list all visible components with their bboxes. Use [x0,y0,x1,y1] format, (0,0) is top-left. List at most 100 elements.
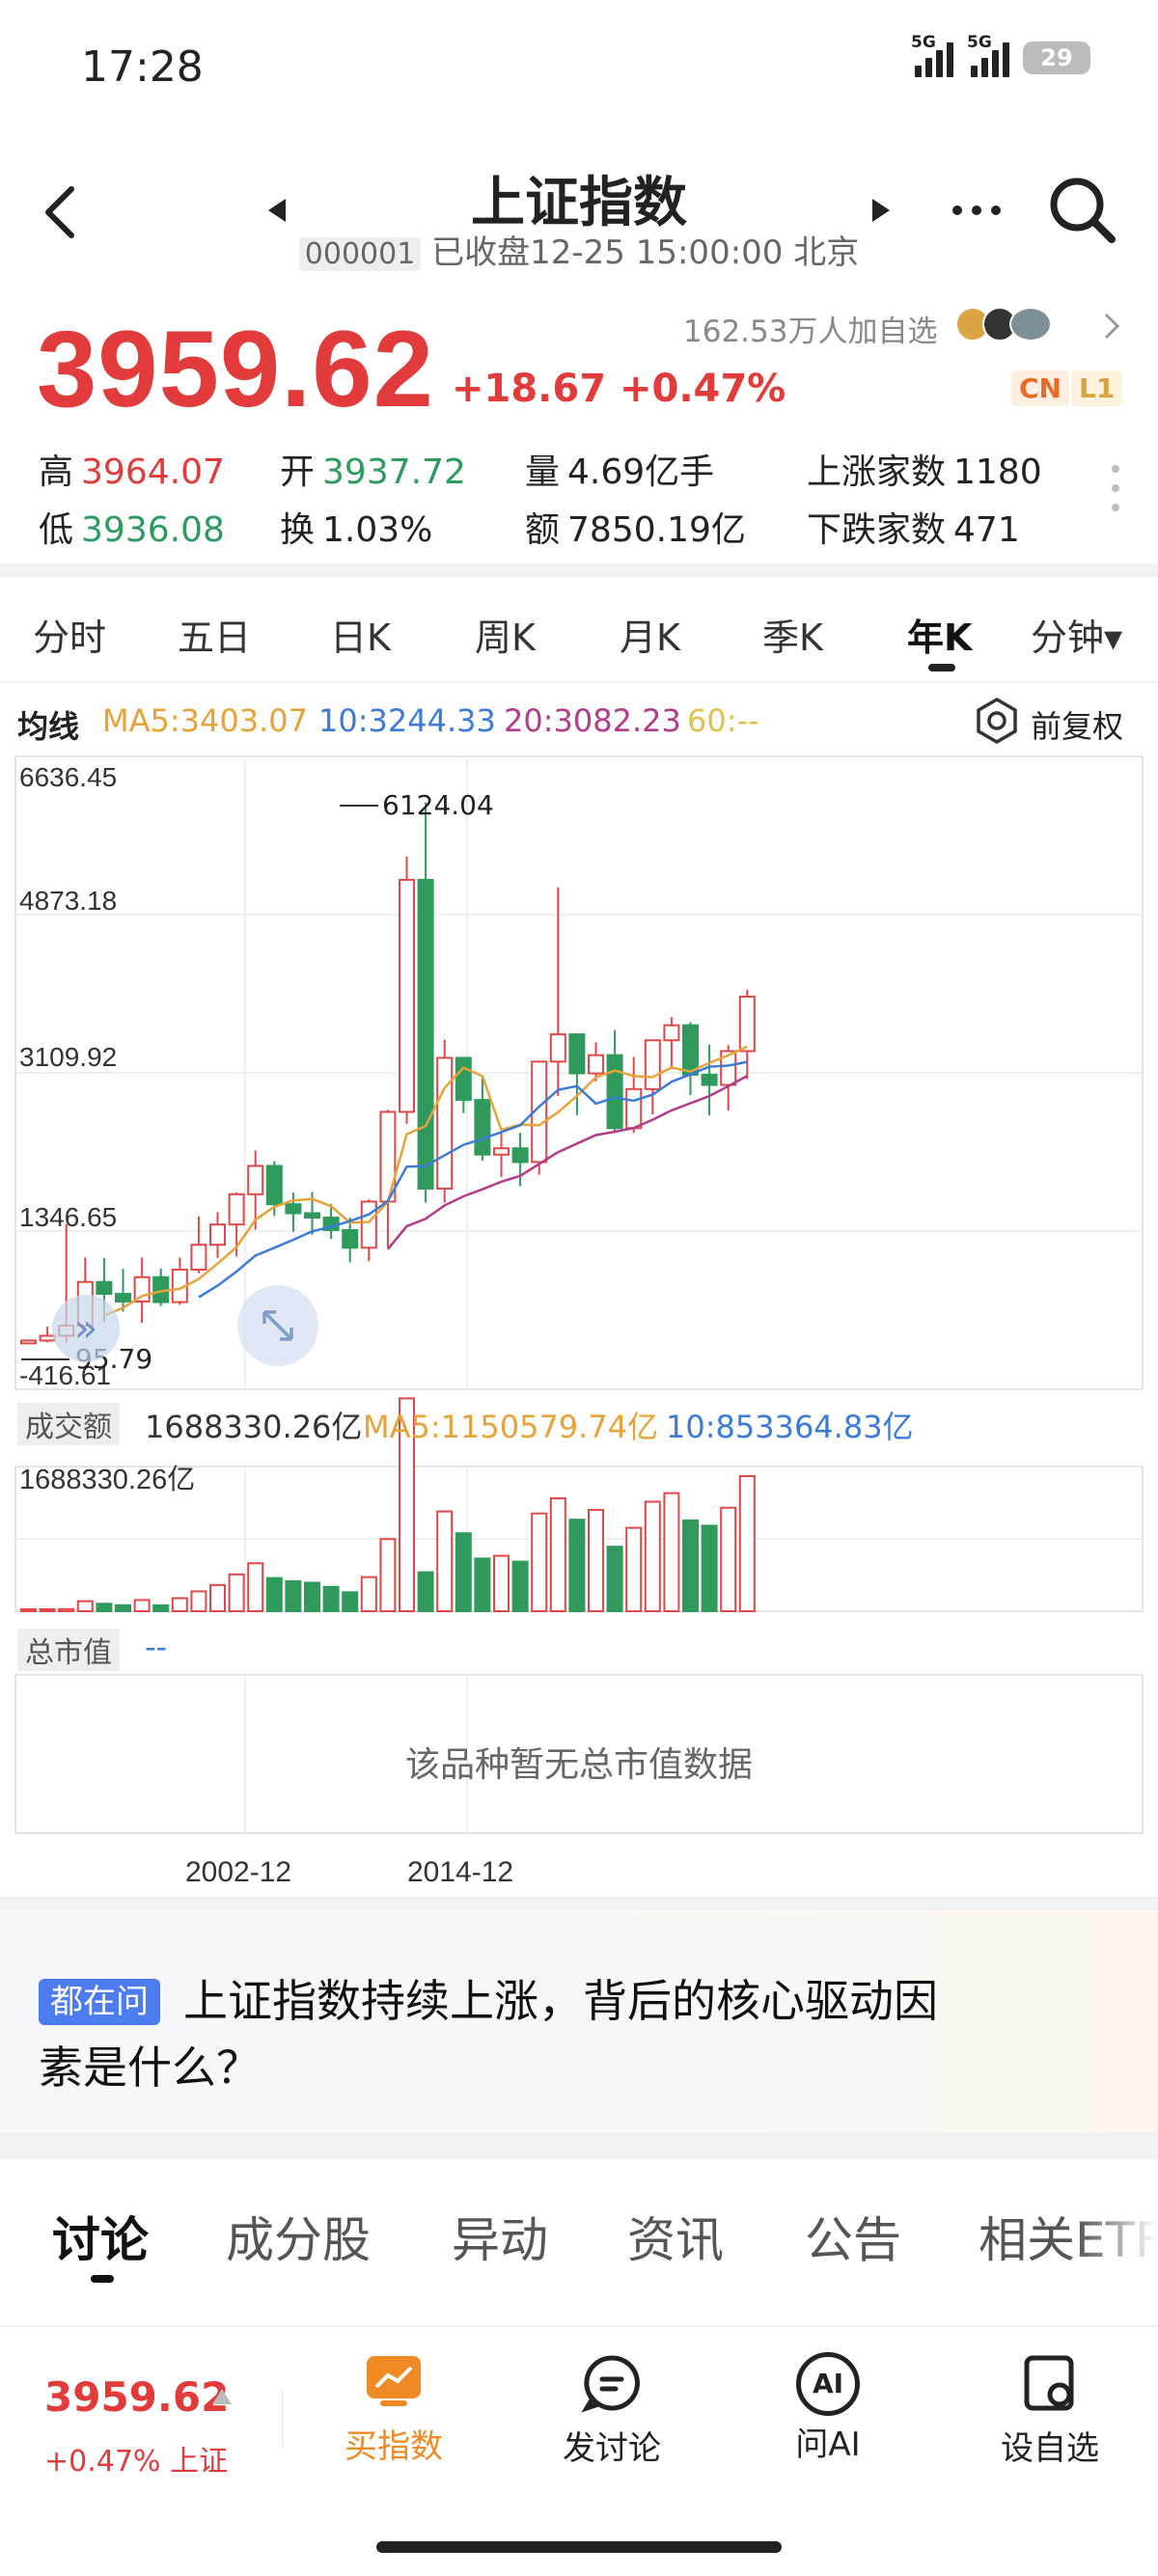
volume-ma5: MA5:1150579.74亿 [363,1409,659,1445]
divider [282,2391,284,2449]
candle [285,1203,302,1215]
candle [625,1087,643,1130]
add-watchlist-button[interactable]: 设自选 [984,2352,1116,2469]
tab-related-etf[interactable]: 相关ETF [979,2202,1158,2271]
volume-value: 1688330.26亿 [145,1409,363,1445]
volume-bar [644,1500,661,1612]
buy-index-button[interactable]: 买指数 [328,2352,459,2467]
candle [360,1200,377,1249]
stat-low: 低 3936.08 [39,510,225,550]
tab-quarterly-k[interactable]: 季K [762,608,823,661]
tab-movements[interactable]: 异动 [452,2202,548,2271]
stat-turnover: 换 1.03% [280,510,433,550]
volume-bar [606,1546,623,1612]
candle [417,878,434,1190]
volume-bar [39,1608,56,1612]
post-discussion-button[interactable]: 发讨论 [546,2352,677,2469]
candle [701,1073,718,1086]
status-icons: 5G 5G 29 [911,33,1090,77]
candle [738,995,756,1053]
ma5-value: MA5:3403.07 [102,702,308,739]
volume-bar [588,1509,604,1612]
candle [209,1223,226,1247]
ask-badge: 都在问 [39,1979,160,2025]
divider [0,1897,1158,1910]
ask-card[interactable]: 都在问 上证指数持续上涨，背后的核心驱动因素是什么？ [0,1910,1158,2132]
stat-amount: 额 7850.19亿 [525,510,746,550]
ai-icon: AI [796,2352,860,2416]
expand-icon[interactable] [237,1285,318,1366]
candle [493,1147,510,1156]
tab-announcements[interactable]: 公告 [805,2202,901,2271]
trend-chart-icon [367,2356,421,2406]
battery-icon: 29 [1023,41,1090,74]
volume-bar [720,1506,737,1612]
stat-down-count: 下跌家数 471 [807,510,1020,550]
volume-bar [531,1512,548,1612]
volume-bar [265,1576,283,1612]
adjust-mode[interactable]: 前复权 [1031,702,1123,747]
more-icon[interactable] [950,199,1004,222]
candle [228,1192,245,1226]
volume-title: 成交额 [17,1403,120,1445]
tab-news[interactable]: 资讯 [627,2202,724,2271]
tab-five-day[interactable]: 五日 [178,608,251,661]
candle [549,1033,566,1063]
watcher-avatars[interactable] [955,307,1052,342]
tab-constituents[interactable]: 成分股 [226,2202,371,2271]
watchers-count[interactable]: 162.53万人加自选 [683,307,937,350]
max-marker: 6124.04 [340,789,494,821]
tab-monthly-k[interactable]: 月K [620,608,680,661]
tab-minute[interactable]: 分钟▾ [1031,608,1122,661]
market-cap-empty: 该品种暂无总市值数据 [404,1745,753,1785]
avatar [1009,307,1052,342]
close-status: 已收盘12-25 15:00:00 北京 [431,233,860,272]
settings-icon[interactable] [973,697,1021,745]
stat-volume: 量 4.69亿手 [525,452,715,492]
market-cap-value: -- [145,1629,168,1665]
ma-label: 均线 [17,708,80,745]
search-icon[interactable] [1048,176,1117,245]
kline-chart[interactable] [0,743,1158,1881]
price-change: +18.67 +0.47% [452,367,786,411]
market-status: 000001 已收盘12-25 15:00:00 北京 [0,226,1158,273]
stat-up-count: 上涨家数 1180 [807,452,1042,492]
candle [606,1054,623,1130]
candle [455,1056,472,1102]
x-label: 2002-12 [185,1856,292,1888]
candle [265,1165,283,1206]
volume-bar [379,1538,397,1612]
bottom-price: 3959.62 [44,2373,230,2421]
next-stock-icon[interactable] [868,197,892,224]
tab-intraday[interactable]: 分时 [33,608,106,661]
scroll-left-icon[interactable]: » [52,1295,120,1362]
volume-bar [247,1562,264,1612]
candle [588,1054,604,1075]
y-label: 6636.45 [19,762,118,792]
home-indicator [376,2541,782,2553]
volume-bar [682,1519,699,1612]
signal-icon-2: 5G [967,33,1009,77]
volume-bar [304,1581,320,1613]
volume-bar [511,1560,529,1613]
active-subtab-indicator [91,2275,114,2283]
market-cap-title: 总市值 [17,1629,120,1671]
ma20-value: 20:3082.23 [504,702,681,739]
divider [0,681,1158,683]
tab-weekly-k[interactable]: 周K [475,608,536,661]
vertical-more-icon[interactable] [1108,461,1123,515]
tab-discussion[interactable]: 讨论 [52,2202,149,2271]
volume-axis-top: 1688330.26亿 [19,1465,196,1495]
l1-tag: L1 [1071,370,1123,406]
y-label: 1346.65 [19,1202,118,1232]
volume-bar [228,1573,245,1613]
tab-daily-k[interactable]: 日K [330,608,391,661]
tab-yearly-k[interactable]: 年K [907,608,972,661]
volume-bar [96,1603,113,1612]
volume-bar [133,1599,151,1613]
ask-ai-button[interactable]: AI 问AI [762,2352,894,2465]
divider [0,2325,1158,2327]
candle [115,1293,131,1302]
candle [568,1033,586,1075]
chevron-right-icon[interactable] [1100,311,1123,342]
